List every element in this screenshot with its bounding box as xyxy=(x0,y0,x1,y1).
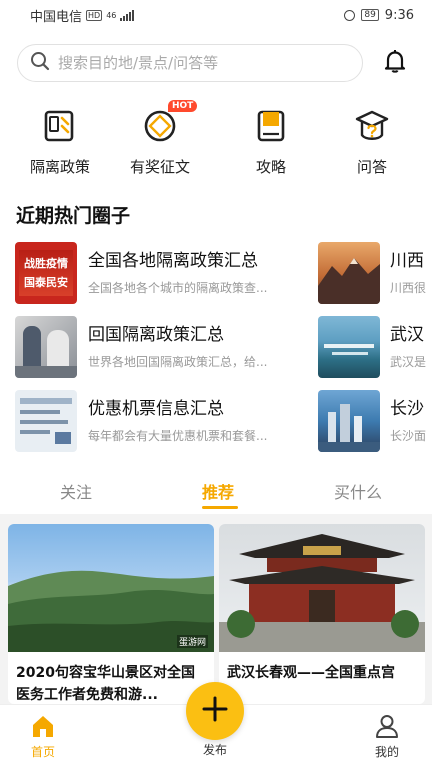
publish-label: 发布 xyxy=(202,743,227,757)
circle-item[interactable]: 回国隔离政策汇总 世界各地回国隔离政策汇总，给... xyxy=(15,316,315,380)
circle-title: 川西 xyxy=(390,251,424,271)
alarm-icon xyxy=(344,9,356,21)
carrier-name: 中国电信 xyxy=(30,9,83,25)
circle-desc: 每年都会有大量优惠机票和套餐... xyxy=(88,429,268,443)
image-watermark: 蛋游网 xyxy=(176,635,208,648)
active-tab-indicator xyxy=(202,506,238,509)
circle-title: 长沙 xyxy=(390,399,424,419)
search-input[interactable] xyxy=(58,54,338,72)
quick-entry-qa[interactable]: 问答 xyxy=(322,106,422,177)
circle-desc: 全国各地各个城市的隔离政策查... xyxy=(88,281,268,295)
circle-thumbnail xyxy=(318,242,380,304)
bell-icon xyxy=(382,48,408,78)
feed-card-title: 2020句容宝华山景区对全国医务工作者免费和游... xyxy=(16,665,195,703)
circle-desc: 世界各地回国隔离政策汇总，给... xyxy=(88,355,268,369)
quick-entry-row: 隔离政策 HOT 有奖征文 攻略 问答 xyxy=(0,100,432,178)
publish-button[interactable] xyxy=(186,682,244,740)
circle-thumbnail xyxy=(15,316,77,378)
notification-bell-button[interactable] xyxy=(378,46,412,80)
carrier-group: 中国电信 HD 46 xyxy=(30,6,135,25)
feed-card-title: 武汉长春观——全国重点宫 xyxy=(227,665,395,681)
feed-card[interactable]: 蛋游网 2020句容宝华山景区对全国医务工作者免费和游... xyxy=(8,524,214,704)
thumbnail-slogan: 战胜疫情 国泰民安 xyxy=(24,257,68,289)
clock: 9:36 xyxy=(384,7,414,23)
nav-mine[interactable]: 我的 xyxy=(357,713,417,760)
circle-item[interactable]: 优惠机票信息汇总 每年都会有大量优惠机票和套餐... xyxy=(15,390,315,454)
nav-home-label: 首页 xyxy=(30,745,55,759)
circle-item[interactable]: 武汉 武汉是 xyxy=(318,316,432,380)
hd-badge: HD xyxy=(86,9,103,21)
hot-badge: HOT xyxy=(168,100,198,112)
hot-circles-title: 近期热门圈子 xyxy=(16,205,131,227)
circle-thumbnail xyxy=(318,390,380,452)
circle-item[interactable]: 长沙 长沙面 xyxy=(318,390,432,454)
signal-icon xyxy=(120,9,135,21)
circle-title: 武汉 xyxy=(390,325,424,345)
nav-home[interactable]: 首页 xyxy=(13,713,73,760)
tab-what-to-buy[interactable]: 买什么 xyxy=(334,479,382,503)
circle-thumbnail: 战胜疫情 国泰民安 xyxy=(15,242,77,304)
circle-desc: 川西很 xyxy=(390,281,427,295)
feed-card-image: 蛋游网 xyxy=(8,524,214,652)
circle-title: 回国隔离政策汇总 xyxy=(88,325,224,345)
quick-entry-isolation-policy[interactable]: 隔离政策 xyxy=(10,106,110,177)
circle-desc: 长沙面 xyxy=(390,429,427,443)
prize-coin-icon xyxy=(110,106,210,146)
battery-level: 89 xyxy=(361,9,379,21)
status-right: 89 9:36 xyxy=(344,8,414,23)
policy-book-icon xyxy=(10,106,110,146)
search-bar[interactable] xyxy=(17,44,363,82)
user-icon xyxy=(357,713,417,739)
quick-entry-label: 隔离政策 xyxy=(29,158,90,176)
status-bar: 中国电信 HD 46 89 9:36 xyxy=(0,0,432,30)
search-icon xyxy=(30,51,50,75)
feed-card[interactable]: 武汉长春观——全国重点宫 xyxy=(219,524,425,704)
circle-title: 优惠机票信息汇总 xyxy=(88,399,224,419)
quick-entry-label: 攻略 xyxy=(255,158,286,176)
home-icon xyxy=(13,713,73,739)
quick-entry-essay-contest[interactable]: HOT 有奖征文 xyxy=(110,100,210,177)
circle-thumbnail xyxy=(15,390,77,452)
circle-item[interactable]: 川西 川西很 xyxy=(318,242,432,306)
feed-card-image xyxy=(219,524,425,652)
nav-mine-label: 我的 xyxy=(374,745,399,759)
guide-book-icon xyxy=(221,106,321,146)
tab-follow[interactable]: 关注 xyxy=(60,479,92,503)
circle-item[interactable]: 战胜疫情 国泰民安 全国各地隔离政策汇总 全国各地各个城市的隔离政策查... xyxy=(15,242,315,306)
tab-recommend[interactable]: 推荐 xyxy=(202,479,234,503)
quick-entry-label: 有奖征文 xyxy=(129,158,190,176)
quick-entry-label: 问答 xyxy=(356,158,387,176)
plus-icon xyxy=(201,695,229,727)
network-type: 46 xyxy=(106,10,117,20)
quick-entry-guide[interactable]: 攻略 xyxy=(221,106,321,177)
feed-tabs: 关注 推荐 买什么 xyxy=(0,470,432,514)
qa-cap-icon xyxy=(322,106,422,146)
circle-thumbnail xyxy=(318,316,380,378)
circle-desc: 武汉是 xyxy=(390,355,427,369)
circle-title: 全国各地隔离政策汇总 xyxy=(88,251,258,271)
